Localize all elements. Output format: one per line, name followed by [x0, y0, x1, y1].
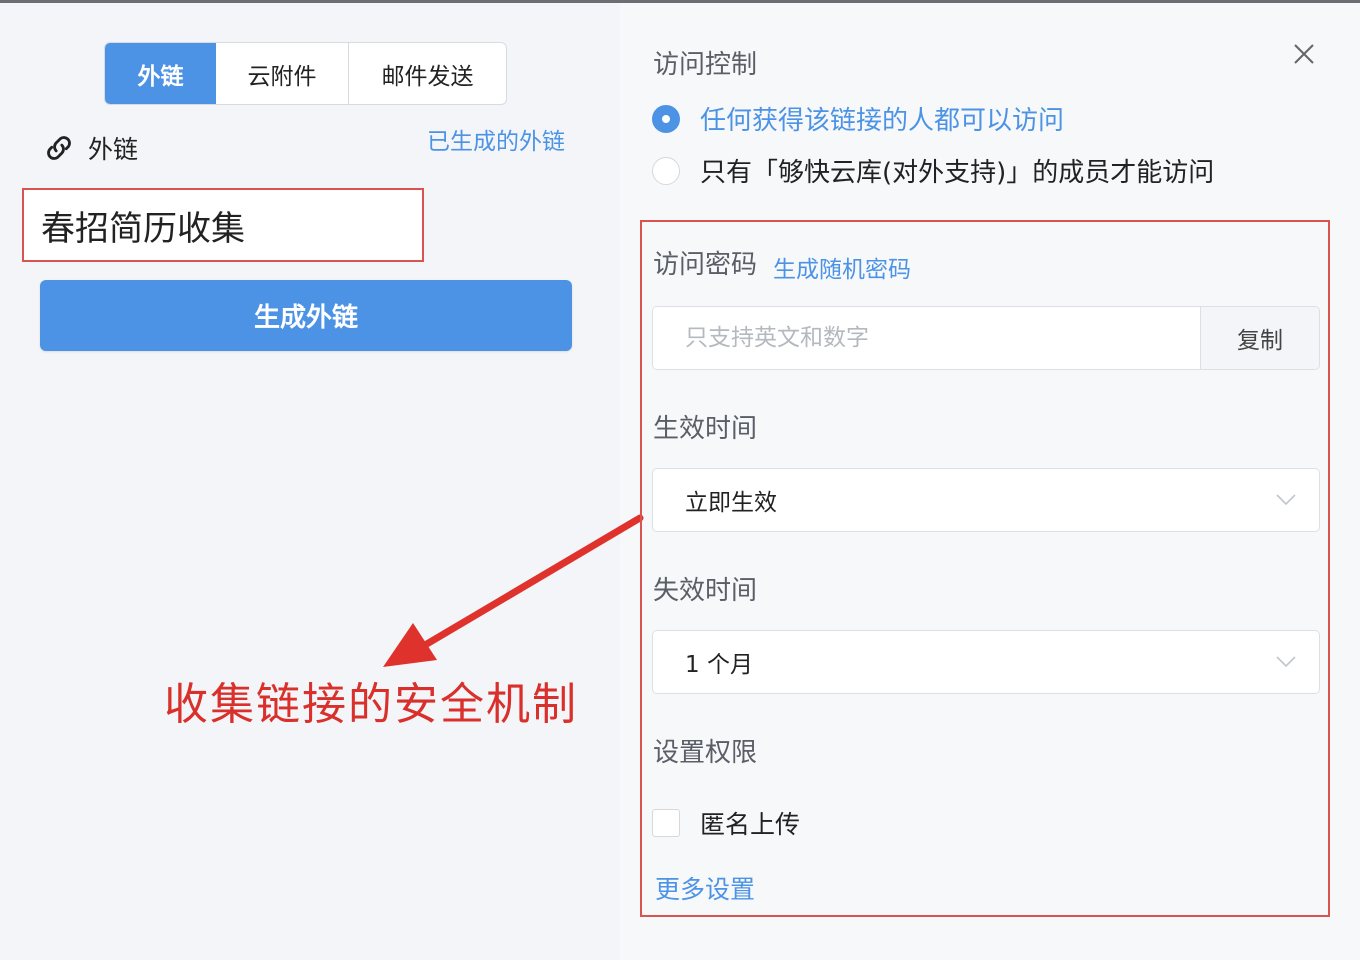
tab-email-send[interactable]: 邮件发送: [349, 43, 506, 104]
radio-checked-icon[interactable]: [652, 104, 680, 133]
radio-anyone-access[interactable]: 任何获得该链接的人都可以访问: [652, 100, 1064, 137]
generate-random-password-link[interactable]: 生成随机密码: [773, 250, 911, 284]
tab-cloud-attachment[interactable]: 云附件: [216, 43, 349, 104]
chevron-down-icon: [1276, 656, 1296, 668]
link-section-label: 外链: [88, 135, 139, 164]
anonymous-upload-label: 匿名上传: [700, 810, 801, 839]
share-tabs: 外链 云附件 邮件发送: [104, 42, 507, 105]
annotation-text: 收集链接的安全机制: [164, 679, 578, 730]
permissions-label: 设置权限: [653, 738, 758, 768]
radio-members-label: 只有「够快云库(对外支持)」的成员才能访问: [700, 158, 1215, 188]
password-field: 复制: [652, 306, 1320, 370]
effective-time-label: 生效时间: [653, 414, 758, 444]
chevron-down-icon: [1276, 494, 1296, 506]
access-control-title: 访问控制: [653, 50, 758, 80]
link-icon: [47, 136, 71, 160]
tab-external-link[interactable]: 外链: [105, 43, 216, 104]
radio-members-only[interactable]: 只有「够快云库(对外支持)」的成员才能访问: [652, 152, 1214, 189]
copy-password-button[interactable]: 复制: [1200, 307, 1319, 369]
generated-links-link[interactable]: 已生成的外链: [427, 122, 565, 156]
anonymous-upload-option[interactable]: 匿名上传: [652, 805, 800, 841]
link-section-header: 外链: [42, 130, 138, 166]
effective-time-value: 立即生效: [685, 490, 777, 516]
effective-time-select[interactable]: 立即生效: [652, 468, 1320, 532]
anonymous-upload-checkbox[interactable]: [652, 809, 680, 837]
expire-time-value: 1 个月: [685, 652, 753, 678]
close-icon[interactable]: [1290, 40, 1318, 68]
expire-time-label: 失效时间: [653, 576, 758, 606]
radio-anyone-label: 任何获得该链接的人都可以访问: [700, 106, 1065, 136]
generate-link-button[interactable]: 生成外链: [40, 280, 572, 351]
radio-unchecked-icon[interactable]: [652, 156, 680, 185]
password-label: 访问密码: [653, 250, 758, 280]
expire-time-select[interactable]: 1 个月: [652, 630, 1320, 694]
link-name-input[interactable]: [22, 188, 424, 262]
password-input[interactable]: [653, 307, 1200, 369]
more-settings-link[interactable]: 更多设置: [655, 870, 755, 906]
